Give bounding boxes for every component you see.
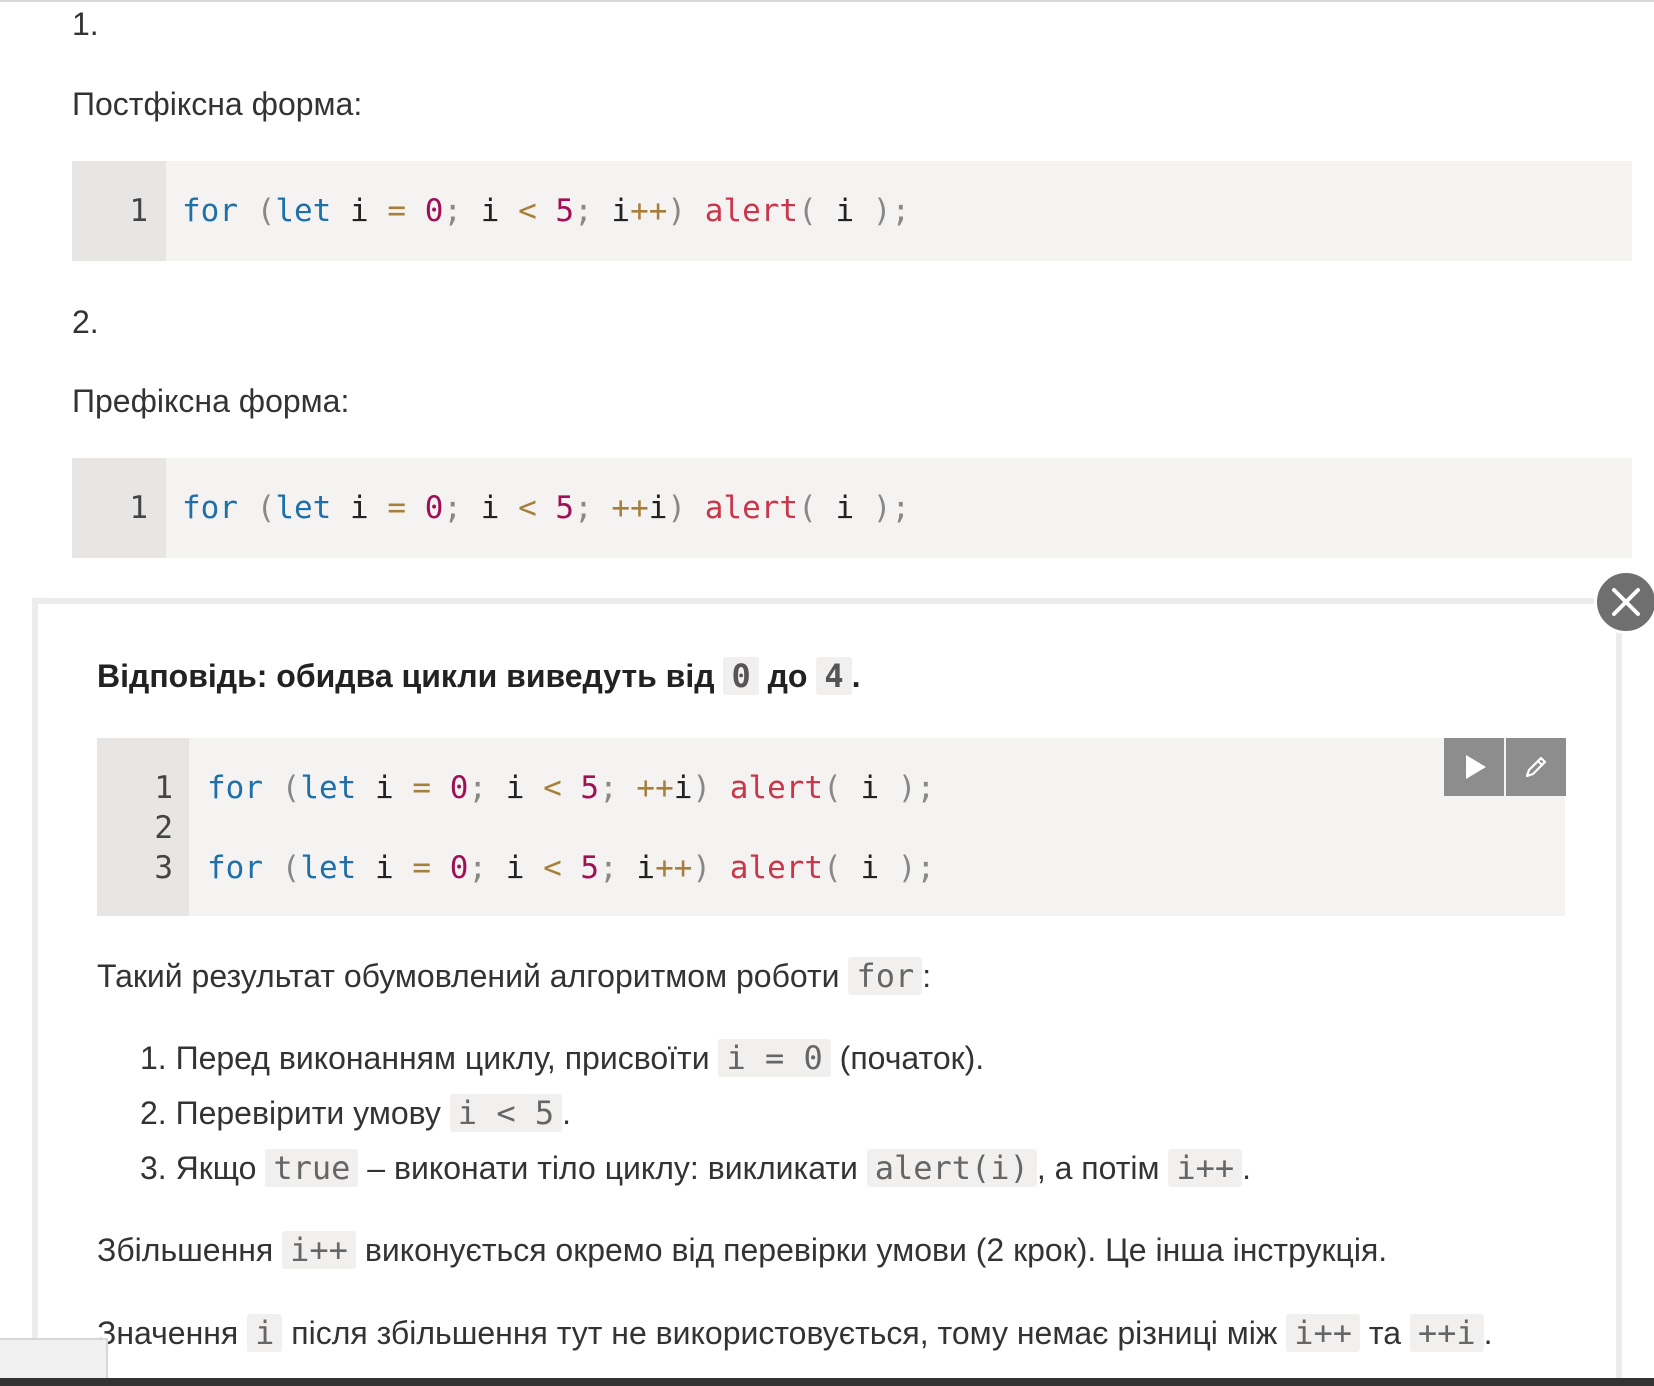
horizontal-scrollbar[interactable] [0,1378,1654,1386]
close-icon [1612,588,1640,616]
play-icon [1466,755,1486,779]
list-item: 1. Перед виконанням циклу, присвоїти i =… [140,1039,985,1077]
close-solution-button[interactable] [1594,570,1654,634]
paragraph: Збільшення i++ виконується окремо від пе… [97,1231,1388,1269]
line-number: 1 [129,490,148,526]
postfix-label: Постфіксна форма: [72,86,363,122]
list-item-number: 1. [72,6,99,42]
list-item: 2. Перевірити умову i < 5. [140,1094,572,1132]
code-block-postfix: 1 for (let i = 0; i < 5; i++) alert( i )… [72,161,1632,261]
explanation-intro: Такий результат обумовлений алгоритмом р… [97,957,932,995]
top-divider [0,0,1654,2]
code-line: for (let i = 0; i < 5; i++) alert( i ); [182,193,911,229]
edit-code-button[interactable] [1506,738,1566,796]
line-number: 1 [129,193,148,229]
list-item: 3. Якщо true – виконати тіло циклу: викл… [140,1149,1252,1187]
line-number: 3 [154,850,173,886]
line-number: 2 [154,810,173,846]
code-block-solution: 1 2 3 for (let i = 0; i < 5; ++i) alert(… [97,738,1565,916]
code-line: for (let i = 0; i < 5; i++) alert( i ); [207,850,936,886]
run-code-button[interactable] [1444,738,1504,796]
pencil-icon [1525,756,1547,778]
list-item-number: 2. [72,304,99,340]
prefix-label: Префіксна форма: [72,383,350,419]
bottom-tab[interactable] [0,1338,108,1378]
paragraph: Значення i після збільшення тут не викор… [97,1314,1493,1352]
code-line: for (let i = 0; i < 5; ++i) alert( i ); [207,770,936,806]
code-block-prefix: 1 for (let i = 0; i < 5; ++i) alert( i )… [72,458,1632,558]
code-line: for (let i = 0; i < 5; ++i) alert( i ); [182,490,911,526]
line-number: 1 [154,770,173,806]
answer-heading: Відповідь: обидва цикли виведуть від 0 д… [97,657,861,695]
